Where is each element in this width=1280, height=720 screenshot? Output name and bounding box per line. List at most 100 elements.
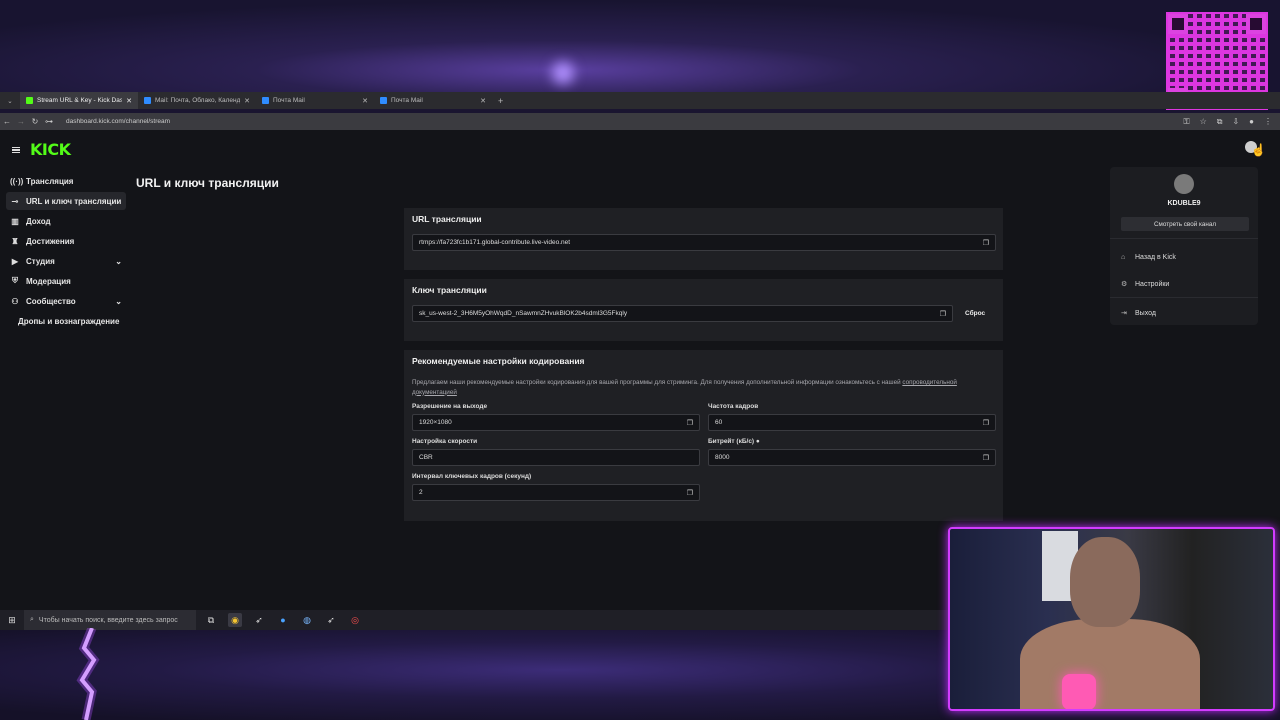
browser-tab[interactable]: Stream URL & Key - Kick Dashb ✕ <box>20 92 138 109</box>
app-icon[interactable]: ● <box>276 613 290 627</box>
copy-icon[interactable]: ❐ <box>687 419 693 427</box>
forward-icon[interactable]: → <box>14 117 28 126</box>
sidebar-item-community[interactable]: ⚇ Сообщество ⌄ <box>6 292 126 310</box>
menu-item-logout[interactable]: ⇥ Выход <box>1121 309 1156 318</box>
keyframe-interval-field[interactable]: 2 ❐ <box>412 484 700 501</box>
search-icon: ⌕ <box>30 616 34 623</box>
framerate-field[interactable]: 60 ❐ <box>708 414 996 431</box>
browser-app-icon[interactable]: ◍ <box>300 613 314 627</box>
info-icon[interactable]: ● <box>756 438 760 445</box>
tab-label: Почта Mail <box>273 97 305 104</box>
encoding-settings-panel: Рекомендуемые настройки кодирования Пред… <box>404 350 1003 521</box>
sidebar-item-url-key[interactable]: ⊸ URL и ключ трансляции <box>6 192 126 210</box>
key-icon[interactable]: ⚿ <box>1183 117 1189 127</box>
mouse-cursor-icon: ☝ <box>1251 143 1266 157</box>
qr-corner <box>1168 14 1188 34</box>
sidebar-item-label: Дропы и вознаграждение <box>18 316 120 326</box>
sidebar-item-revenue[interactable]: ▥ Доход <box>6 212 126 230</box>
rate-control-field[interactable]: CBR <box>412 449 700 466</box>
page-title: URL и ключ трансляции <box>136 176 279 190</box>
field-value: CBR <box>419 454 433 461</box>
sidebar-item-label: Студия <box>26 256 55 266</box>
taskbar-apps: ⧉ ◉ ➶ ● ◍ ➶ ◎ <box>204 613 362 627</box>
webcam-person-body <box>1020 619 1200 709</box>
chevron-down-icon[interactable]: ⌄ <box>115 297 122 306</box>
menu-dots-icon[interactable]: ⋮ <box>1264 117 1272 127</box>
username: KDUBLE9 <box>1167 200 1201 207</box>
steam-icon[interactable]: ➶ <box>324 613 338 627</box>
close-tab-icon[interactable]: ✕ <box>362 97 368 105</box>
menu-item-back-to-kick[interactable]: ⌂ Назад в Kick <box>1121 254 1176 261</box>
stream-key-field[interactable]: sk_us-west-2_3H6M5yOhWqdD_nSawmnZHvukBlO… <box>412 305 953 322</box>
new-tab-icon[interactable]: + <box>492 96 509 106</box>
copy-icon[interactable]: ❐ <box>983 454 989 462</box>
view-channel-button[interactable]: Смотреть свой канал <box>1121 217 1249 231</box>
address-bar: ← → ↻ ⊶ dashboard.kick.com/channel/strea… <box>0 113 1280 130</box>
stream-key-panel: Ключ трансляции sk_us-west-2_3H6M5yOhWqd… <box>404 279 1003 341</box>
back-icon[interactable]: ← <box>0 117 14 126</box>
sidebar-item-label: Сообщество <box>26 296 76 306</box>
divider <box>1110 238 1258 239</box>
section-title: Рекомендуемые настройки кодирования <box>412 356 585 366</box>
home-icon: ⌂ <box>1121 254 1126 261</box>
tab-search-icon[interactable]: ⌄ <box>0 97 20 105</box>
windows-start-icon[interactable]: ⊞ <box>0 615 24 626</box>
tab-label: Stream URL & Key - Kick Dashb <box>37 97 123 104</box>
stream-background-top <box>0 0 1280 92</box>
chevron-down-icon[interactable]: ⌄ <box>115 257 122 266</box>
sidebar-item-achievements[interactable]: ♜ Достижения <box>6 232 126 250</box>
reload-icon[interactable]: ↻ <box>28 117 42 126</box>
shield-icon: ⛨ <box>12 276 18 285</box>
sidebar-item-moderation[interactable]: ⛨ Модерация <box>6 272 126 290</box>
url-field[interactable]: dashboard.kick.com/channel/stream <box>66 118 1183 125</box>
stream-url-panel: URL трансляции rtmps://fa723fc1b171.glob… <box>404 208 1003 270</box>
app-icon[interactable]: ◎ <box>348 613 362 627</box>
output-resolution-field[interactable]: 1920×1080 ❐ <box>412 414 700 431</box>
kick-logo[interactable]: KICK <box>30 140 71 159</box>
taskbar-search[interactable]: ⌕ Чтобы начать поиск, введите здесь запр… <box>24 610 196 630</box>
encoding-description: Предлагаем наши рекомендуемые настройки … <box>412 378 995 397</box>
field-label: Настройка скорости <box>412 438 478 445</box>
browser-tab[interactable]: Mail: Почта, Облако, Календар ✕ <box>138 92 256 109</box>
sidebar-item-studio[interactable]: ▶ Студия ⌄ <box>6 252 126 270</box>
profile-dropdown: KDUBLE9 Смотреть свой канал ⌂ Назад в Ki… <box>1110 167 1258 325</box>
browser-tab[interactable]: Почта Mail ✕ <box>374 92 492 109</box>
broadcast-icon: ((·)) <box>10 176 24 186</box>
stream-url-value: rtmps://fa723fc1b171.global-contribute.l… <box>419 239 571 246</box>
chrome-icon[interactable]: ◉ <box>228 613 242 627</box>
extensions-icon[interactable]: ⧉ <box>1217 117 1223 127</box>
copy-icon[interactable]: ❐ <box>983 239 989 247</box>
menu-item-label: Настройки <box>1135 280 1170 288</box>
stream-url-field[interactable]: rtmps://fa723fc1b171.global-contribute.l… <box>412 234 996 251</box>
sidebar-item-label: URL и ключ трансляции <box>26 196 122 206</box>
sidebar-item-stream[interactable]: ((·)) Трансляция <box>6 172 126 190</box>
reset-key-button[interactable]: Сброс <box>965 310 985 317</box>
sidebar-item-label: Доход <box>26 216 51 226</box>
field-label: Битрейт (кБ/с) ● <box>708 438 996 446</box>
bitrate-field[interactable]: 8000 ❐ <box>708 449 996 466</box>
close-tab-icon[interactable]: ✕ <box>244 97 250 105</box>
tab-label: Mail: Почта, Облако, Календар <box>155 97 241 104</box>
sidebar-item-drops[interactable]: Дропы и вознаграждение <box>6 312 126 330</box>
copy-icon[interactable]: ❐ <box>687 489 693 497</box>
divider <box>1110 297 1258 298</box>
mail-favicon-icon <box>144 97 151 104</box>
close-tab-icon[interactable]: ✕ <box>126 97 132 105</box>
copy-icon[interactable]: ❐ <box>983 419 989 427</box>
close-tab-icon[interactable]: ✕ <box>480 97 486 105</box>
bitrate-label: Битрейт (кБ/с) <box>708 438 755 445</box>
site-info-icon[interactable]: ⊶ <box>42 117 56 126</box>
browser-tab[interactable]: Почта Mail ✕ <box>256 92 374 109</box>
profile-icon[interactable]: ● <box>1249 117 1254 127</box>
downloads-icon[interactable]: ⇩ <box>1232 117 1239 127</box>
bookmark-star-icon[interactable]: ☆ <box>1200 117 1207 127</box>
section-title: Ключ трансляции <box>412 285 487 295</box>
copy-icon[interactable]: ❐ <box>940 310 946 318</box>
task-view-icon[interactable]: ⧉ <box>204 613 218 627</box>
steam-icon[interactable]: ➶ <box>252 613 266 627</box>
stream-key-value: sk_us-west-2_3H6M5yOhWqdD_nSawmnZHvukBlO… <box>419 310 628 317</box>
hamburger-menu-icon[interactable] <box>12 146 20 153</box>
browser-tab-bar: ⌄ Stream URL & Key - Kick Dashb ✕ Mail: … <box>0 92 1280 109</box>
field-value: 1920×1080 <box>419 419 452 426</box>
menu-item-settings[interactable]: ⚙ Настройки <box>1121 280 1170 289</box>
